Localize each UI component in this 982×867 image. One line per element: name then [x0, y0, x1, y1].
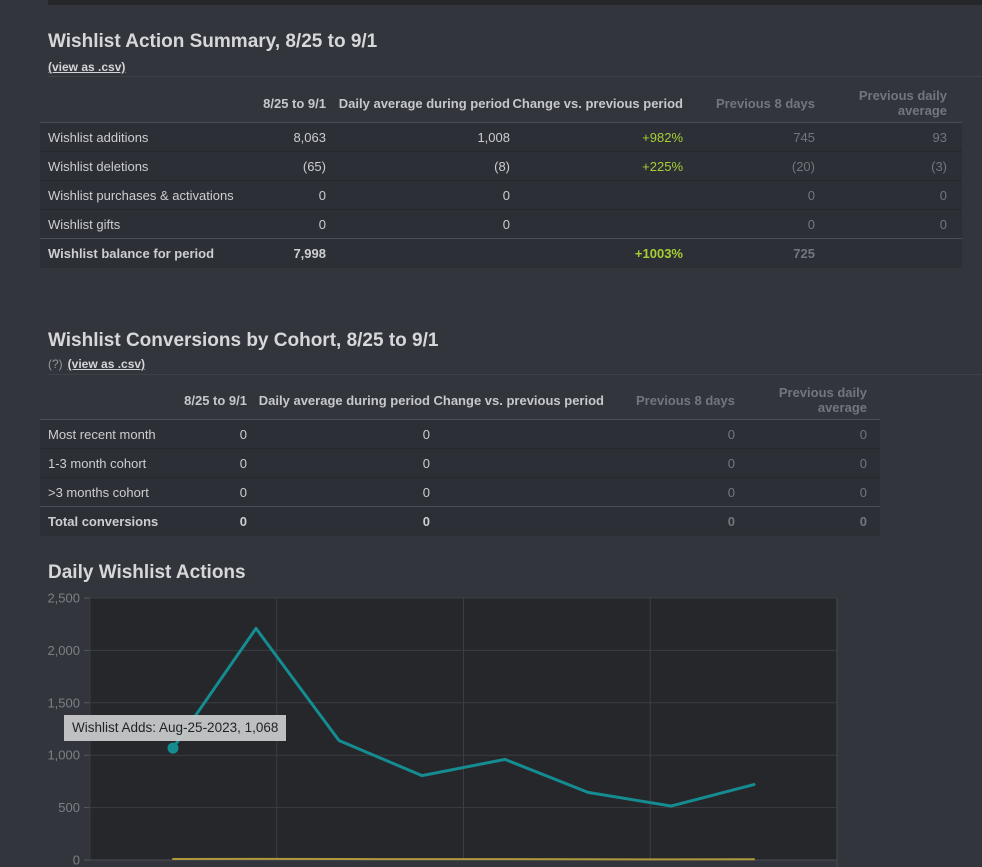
- cell-change: +1003%: [510, 246, 683, 261]
- wishlist-cohort-table: 8/25 to 9/1 Daily average during period …: [40, 381, 880, 536]
- cell-previous-8-days: 745: [683, 130, 815, 145]
- cell-previous-daily-average: 0: [815, 188, 947, 203]
- y-axis-tick-label: 1,000: [47, 748, 80, 763]
- row-label: Wishlist balance for period: [40, 246, 240, 261]
- cell-daily-average: 0: [247, 514, 430, 529]
- cell-daily-average: 0: [326, 217, 510, 232]
- table-row: Wishlist deletions (65) (8) +225% (20) (…: [40, 151, 962, 180]
- cell-period: 0: [240, 217, 326, 232]
- y-axis-tick-label: 2,500: [47, 591, 80, 606]
- table-header-row: 8/25 to 9/1 Daily average during period …: [40, 84, 962, 123]
- wishlist-summary-table: 8/25 to 9/1 Daily average during period …: [40, 84, 962, 268]
- cell-daily-average: 0: [247, 456, 430, 471]
- cell-period: 0: [240, 188, 326, 203]
- cohort-divider: [48, 374, 982, 375]
- wishlist-dashboard-page: Wishlist Action Summary, 8/25 to 9/1 (vi…: [0, 0, 982, 867]
- row-label: Wishlist additions: [40, 130, 240, 145]
- header-previous-8-days: Previous 8 days: [683, 96, 815, 111]
- y-axis-tick-label: 2,000: [47, 643, 80, 658]
- row-label: Wishlist purchases & activations: [40, 188, 240, 203]
- chart-tooltip: Wishlist Adds: Aug-25-2023, 1,068: [64, 715, 286, 741]
- row-label: >3 months cohort: [40, 485, 170, 500]
- cell-previous-daily-average: 93: [815, 130, 947, 145]
- chart-section-title: Daily Wishlist Actions: [48, 562, 246, 584]
- table-total-row: Wishlist balance for period 7,998 +1003%…: [40, 238, 962, 267]
- table-row: Most recent month 0 0 0 0: [40, 420, 880, 448]
- header-daily-average: Daily average during period: [326, 96, 510, 111]
- row-label: Most recent month: [40, 427, 170, 442]
- table-row: Wishlist gifts 0 0 0 0: [40, 209, 962, 238]
- cell-previous-daily-average: 0: [735, 485, 867, 500]
- header-previous-daily-average: Previous daily average: [735, 385, 867, 415]
- row-label: Wishlist gifts: [40, 217, 240, 232]
- cell-previous-8-days: 0: [604, 456, 735, 471]
- cell-period: 0: [170, 456, 247, 471]
- cell-previous-8-days: 0: [604, 427, 735, 442]
- y-axis-tick-label: 500: [58, 800, 80, 815]
- cell-period: (65): [240, 159, 326, 174]
- hovered-data-point-marker[interactable]: [168, 743, 179, 754]
- cell-previous-daily-average: 0: [735, 456, 867, 471]
- cell-daily-average: 0: [247, 427, 430, 442]
- cell-previous-daily-average: 0: [735, 514, 867, 529]
- header-previous-8-days: Previous 8 days: [604, 393, 735, 408]
- cell-previous-8-days: 0: [604, 485, 735, 500]
- cell-daily-average: 0: [326, 188, 510, 203]
- wishlist-deletes-line: [173, 859, 754, 860]
- row-label: Total conversions: [40, 514, 170, 529]
- cohort-help-link[interactable]: (?): [48, 357, 63, 371]
- cell-period: 0: [170, 485, 247, 500]
- cell-previous-daily-average: 0: [735, 427, 867, 442]
- header-period: 8/25 to 9/1: [240, 96, 326, 111]
- cell-change: +225%: [510, 159, 683, 174]
- cell-daily-average: (8): [326, 159, 510, 174]
- cell-previous-8-days: 0: [683, 188, 815, 203]
- cell-change: +982%: [510, 130, 683, 145]
- cell-previous-daily-average: (3): [815, 159, 947, 174]
- cell-previous-8-days: 0: [683, 217, 815, 232]
- cell-previous-8-days: 0: [604, 514, 735, 529]
- table-header-row: 8/25 to 9/1 Daily average during period …: [40, 381, 880, 420]
- cell-period: 0: [170, 427, 247, 442]
- summary-section-title: Wishlist Action Summary, 8/25 to 9/1: [48, 31, 377, 53]
- cohort-section-title: Wishlist Conversions by Cohort, 8/25 to …: [48, 330, 438, 352]
- cell-period: 0: [170, 514, 247, 529]
- header-change: Change vs. previous period: [510, 96, 683, 111]
- table-row: >3 months cohort 0 0 0 0: [40, 477, 880, 506]
- table-row: Wishlist purchases & activations 0 0 0 0: [40, 180, 962, 209]
- cohort-view-as-csv-link[interactable]: (view as .csv): [68, 357, 145, 371]
- y-axis-tick-label: 1,500: [47, 695, 80, 710]
- cell-previous-8-days: 725: [683, 246, 815, 261]
- y-axis-tick-label: 0: [73, 853, 80, 867]
- cell-daily-average: 1,008: [326, 130, 510, 145]
- summary-divider: [48, 76, 982, 77]
- cell-period: 8,063: [240, 130, 326, 145]
- cell-previous-8-days: (20): [683, 159, 815, 174]
- header-daily-average: Daily average during period: [247, 393, 430, 408]
- cell-period: 7,998: [240, 246, 326, 261]
- summary-view-as-csv-link[interactable]: (view as .csv): [48, 60, 125, 74]
- top-divider-strip: [48, 0, 982, 5]
- header-period: 8/25 to 9/1: [170, 393, 247, 408]
- row-label: 1-3 month cohort: [40, 456, 170, 471]
- table-total-row: Total conversions 0 0 0 0: [40, 506, 880, 535]
- header-change: Change vs. previous period: [430, 393, 604, 408]
- header-previous-daily-average: Previous daily average: [815, 88, 947, 118]
- table-row: 1-3 month cohort 0 0 0 0: [40, 448, 880, 477]
- table-row: Wishlist additions 8,063 1,008 +982% 745…: [40, 123, 962, 151]
- row-label: Wishlist deletions: [40, 159, 240, 174]
- cell-previous-daily-average: 0: [815, 217, 947, 232]
- cell-daily-average: 0: [247, 485, 430, 500]
